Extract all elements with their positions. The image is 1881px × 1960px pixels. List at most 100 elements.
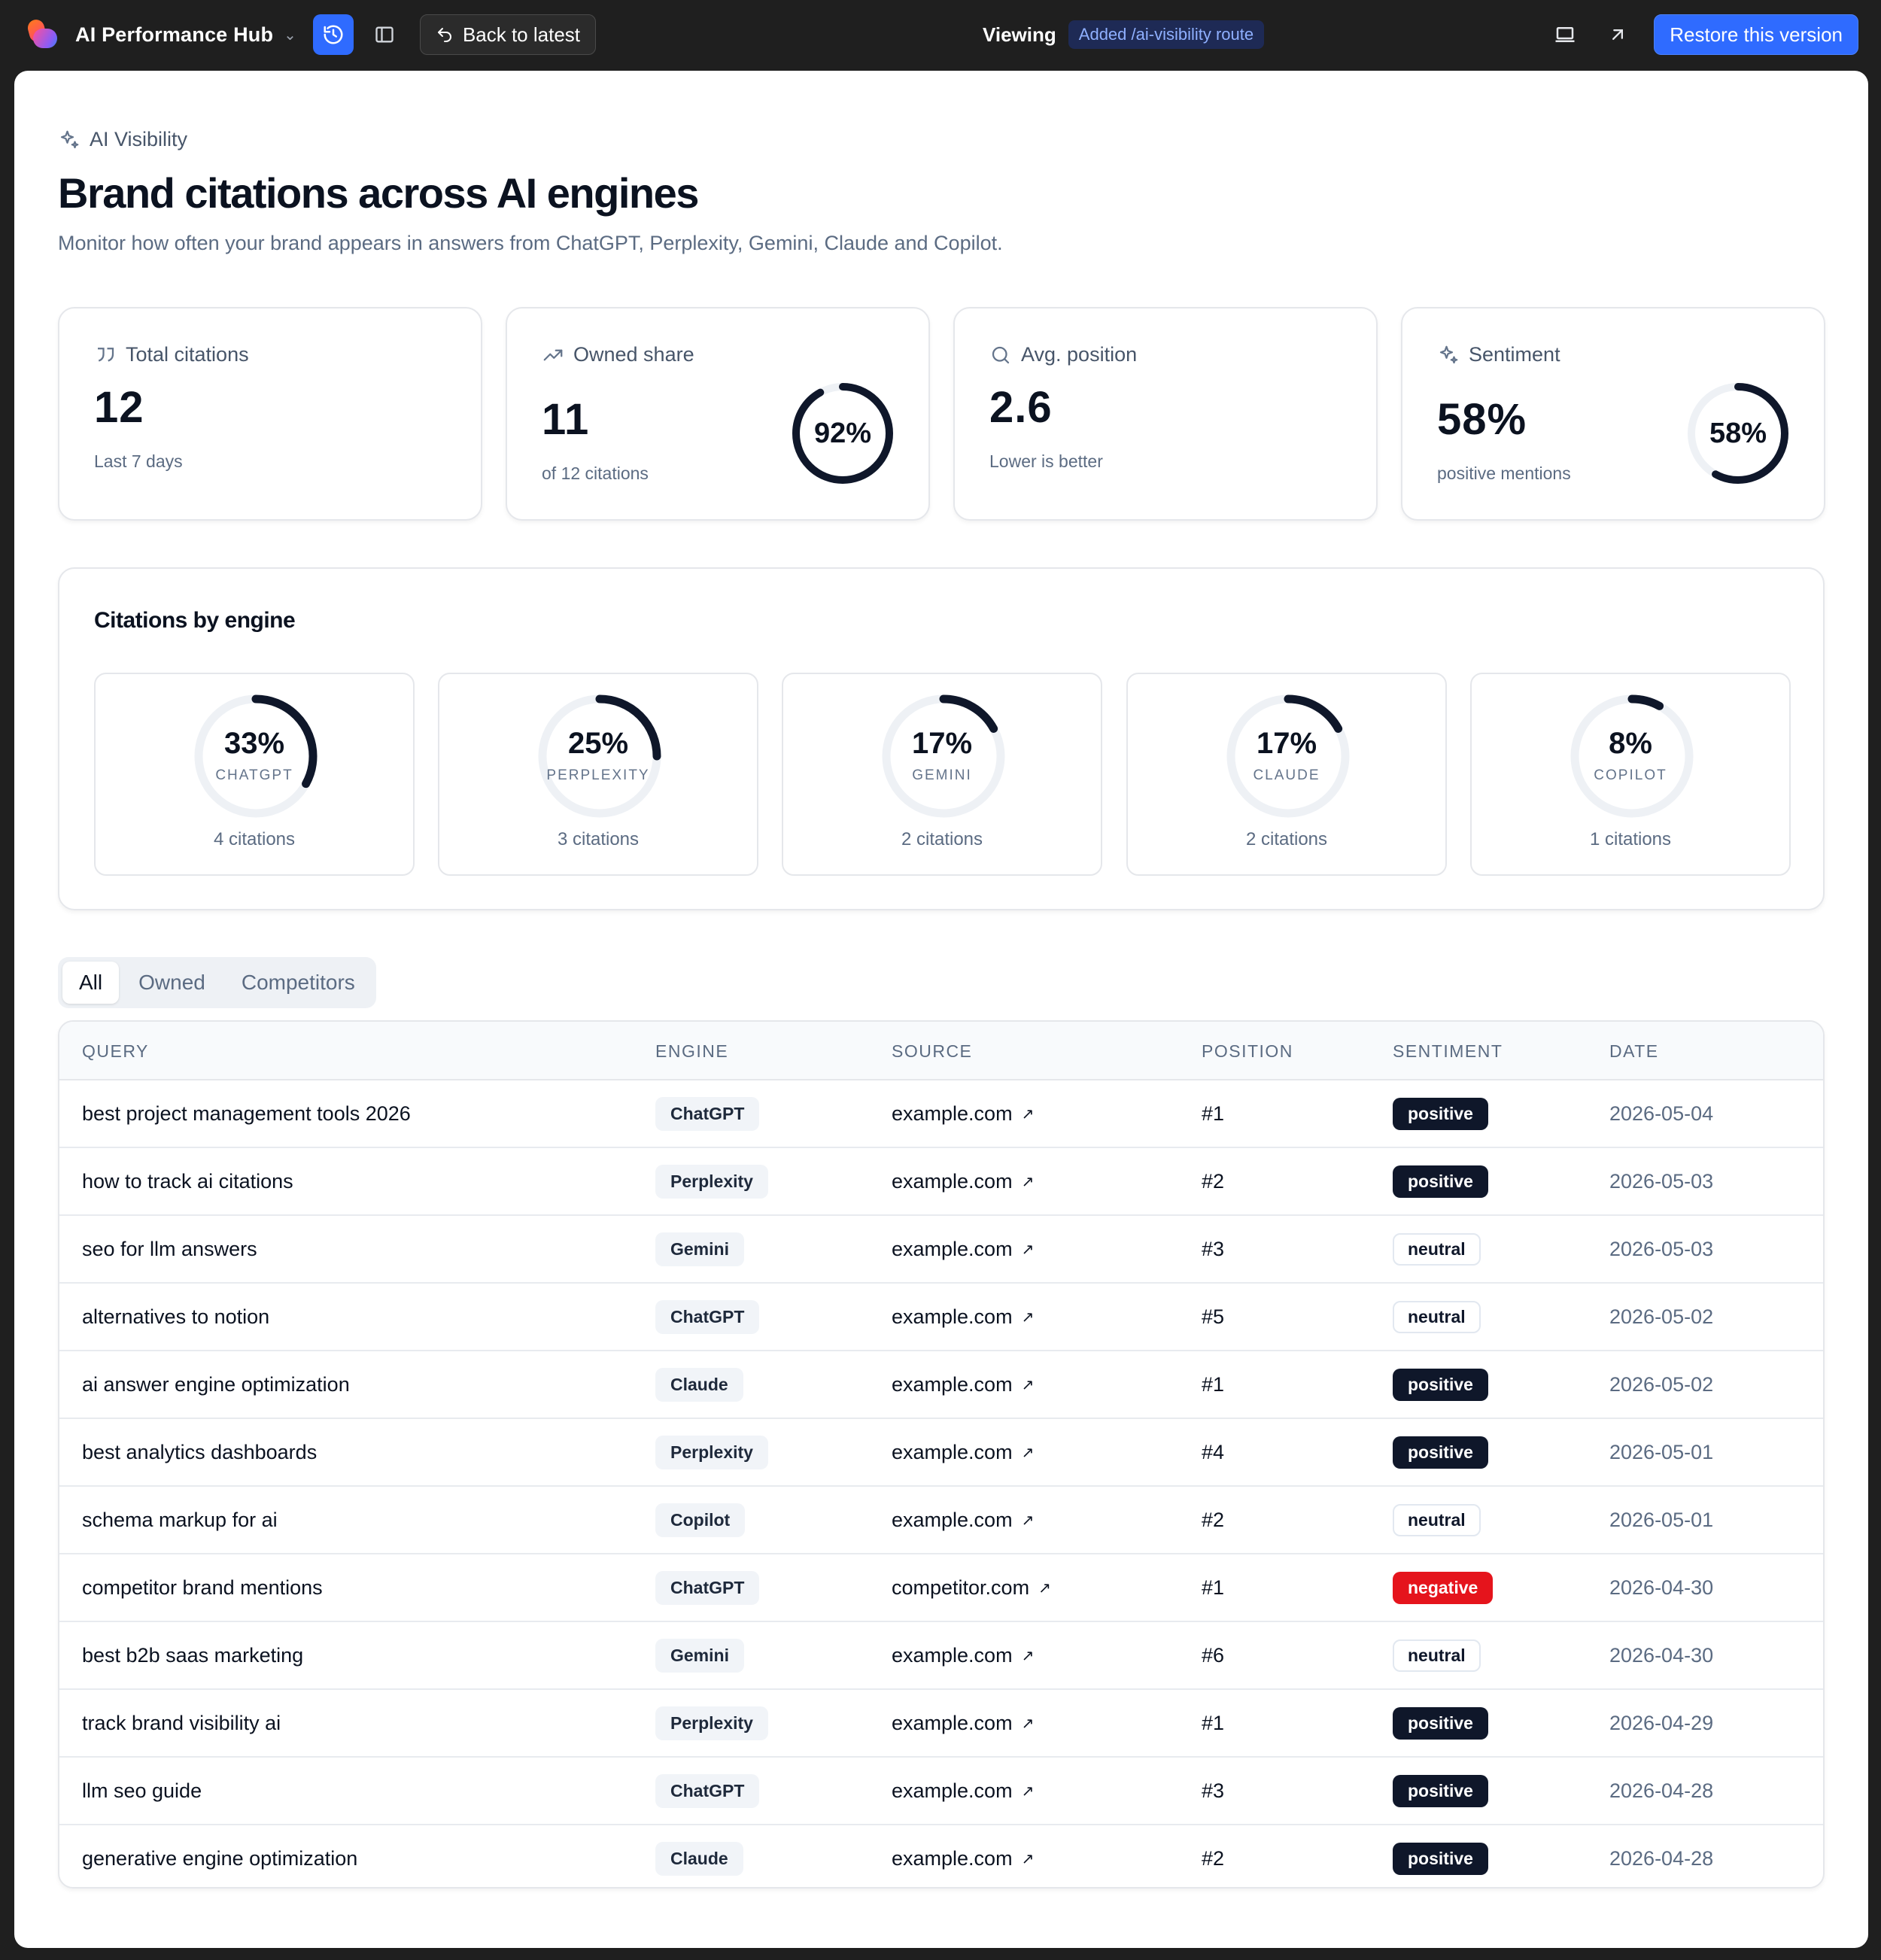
source-link[interactable]: competitor.com ↗ [892,1554,1051,1621]
table-row[interactable]: how to track ai citations Perplexity exa… [59,1148,1823,1216]
source-link[interactable]: example.com ↗ [892,1487,1034,1553]
source-link[interactable]: example.com ↗ [892,1080,1034,1147]
external-link-icon: ↗ [1021,1715,1035,1732]
engine-count: 3 citations [557,829,640,849]
tab-owned[interactable]: Owned [122,962,222,1004]
stat-label: Total citations [126,343,249,366]
source-link[interactable]: example.com ↗ [892,1419,1034,1485]
engine-cell: Gemini [655,1216,744,1282]
source-link[interactable]: example.com ↗ [892,1690,1034,1756]
trending-up-icon [543,349,563,360]
engine-pct: 33% [223,727,285,760]
table-row[interactable]: best b2b saas marketing Gemini example.c… [59,1622,1823,1690]
device-preview-button[interactable] [1548,18,1582,51]
query-cell: best project management tools 2026 [82,1102,411,1125]
sentiment-badge: positive [1393,1436,1488,1469]
source-link[interactable]: example.com ↗ [892,1351,1034,1418]
table-row[interactable]: alternatives to notion ChatGPT example.c… [59,1284,1823,1351]
sentiment-badge: positive [1393,1368,1488,1401]
app-logo [26,17,57,50]
sparkles-icon [1439,345,1458,363]
sentiment-badge: neutral [1393,1300,1481,1333]
external-link-icon: ↗ [1038,1579,1051,1597]
position-cell: #1 [1202,1711,1225,1734]
ring-label: 92% [813,417,872,449]
source-link[interactable]: example.com ↗ [892,1284,1034,1350]
table-row[interactable]: ai answer engine optimization Claude exa… [59,1351,1823,1419]
stat-value: 2.6 [989,383,1053,432]
column-header-query: QUERY [82,1041,149,1061]
table-row[interactable]: seo for llm answers Gemini example.com ↗ … [59,1216,1823,1284]
position-cell: #2 [1202,1508,1225,1531]
chevron-down-icon[interactable]: ⌄ [284,26,296,44]
sentiment-cell: positive [1393,1080,1488,1147]
engine-name: COPILOT [1594,767,1667,783]
engine-card-perplexity: 25% PERPLEXITY 3 citations [438,673,758,876]
engine-cell: Perplexity [655,1419,768,1485]
engine-count: 4 citations [213,829,296,849]
source-text: example.com [892,1508,1013,1531]
history-button[interactable] [312,14,354,55]
sentiment-cell: negative [1393,1554,1494,1621]
query-cell: seo for llm answers [82,1237,257,1260]
table-row[interactable]: track brand visibility ai Perplexity exa… [59,1690,1823,1758]
stat-label: Avg. position [1021,343,1138,366]
source-text: competitor.com [892,1576,1030,1599]
engine-pill: Perplexity [655,1164,768,1199]
top-bar-left: AI Performance Hub ⌄ Back to latest [26,14,597,56]
source-link[interactable]: example.com ↗ [892,1758,1034,1824]
date-cell: 2026-05-02 [1609,1372,1714,1396]
table-row[interactable]: best analytics dashboards Perplexity exa… [59,1419,1823,1487]
sentiment-cell: positive [1393,1758,1488,1824]
sentiment-cell: neutral [1393,1487,1481,1553]
open-external-button[interactable] [1601,18,1634,51]
stat-header: Owned share [542,343,694,366]
stat-note: Last 7 days [94,451,183,471]
engine-name: CHATGPT [215,767,293,783]
query-cell: track brand visibility ai [82,1711,281,1734]
panel-title: Citations by engine [94,608,296,633]
engine-count: 2 citations [901,829,983,849]
query-cell: schema markup for ai [82,1508,278,1531]
table-row[interactable]: llm seo guide ChatGPT example.com ↗ #3 po… [59,1758,1823,1825]
source-link[interactable]: example.com ↗ [892,1622,1034,1688]
back-to-latest-button[interactable]: Back to latest [419,14,597,55]
engine-name: PERPLEXITY [546,767,650,783]
table-row[interactable]: schema markup for ai Copilot example.com… [59,1487,1823,1554]
tab-all[interactable]: All [62,962,120,1004]
tab-competitors[interactable]: Competitors [225,962,372,1004]
source-link[interactable]: example.com ↗ [892,1148,1034,1214]
engine-cell: Claude [655,1351,743,1418]
eyebrow-label: AI Visibility [90,128,188,150]
toggle-sidebar-button[interactable] [364,14,405,55]
sentiment-cell: positive [1393,1419,1488,1485]
date-cell: 2026-05-03 [1609,1237,1714,1260]
app-name[interactable]: AI Performance Hub [75,23,273,47]
sentiment-badge: positive [1393,1165,1488,1198]
query-cell: best b2b saas marketing [82,1643,304,1667]
table-header: QUERY ENGINE SOURCE POSITION SENTIMENT D… [59,1022,1823,1080]
external-link-icon: ↗ [1021,1173,1035,1190]
table-row[interactable]: competitor brand mentions ChatGPT compet… [59,1554,1823,1622]
date-cell: 2026-04-28 [1609,1846,1714,1870]
engine-count: 1 citations [1589,829,1672,849]
source-text: example.com [892,1846,1013,1870]
restore-version-button[interactable]: Restore this version [1654,14,1858,55]
engine-name: GEMINI [912,767,972,783]
version-badge: Added /ai-visibility route [1068,20,1265,49]
source-text: example.com [892,1237,1013,1260]
table-row[interactable]: best project management tools 2026 ChatG… [59,1080,1823,1148]
table-row[interactable]: generative engine optimization Claude ex… [59,1825,1823,1887]
stat-header: Avg. position [989,343,1137,366]
engine-pill: Gemini [655,1232,744,1266]
stat-header: Sentiment [1437,343,1560,366]
undo-arrow-icon [437,28,451,42]
engine-pct: 17% [911,727,973,760]
external-link-icon: ↗ [1021,1376,1035,1393]
position-cell: #3 [1202,1779,1225,1802]
source-link[interactable]: example.com ↗ [892,1216,1034,1282]
external-link-icon: ↗ [1021,1647,1035,1664]
date-cell: 2026-05-03 [1609,1169,1714,1193]
source-link[interactable]: example.com ↗ [892,1825,1034,1887]
column-header-date: DATE [1609,1041,1659,1061]
